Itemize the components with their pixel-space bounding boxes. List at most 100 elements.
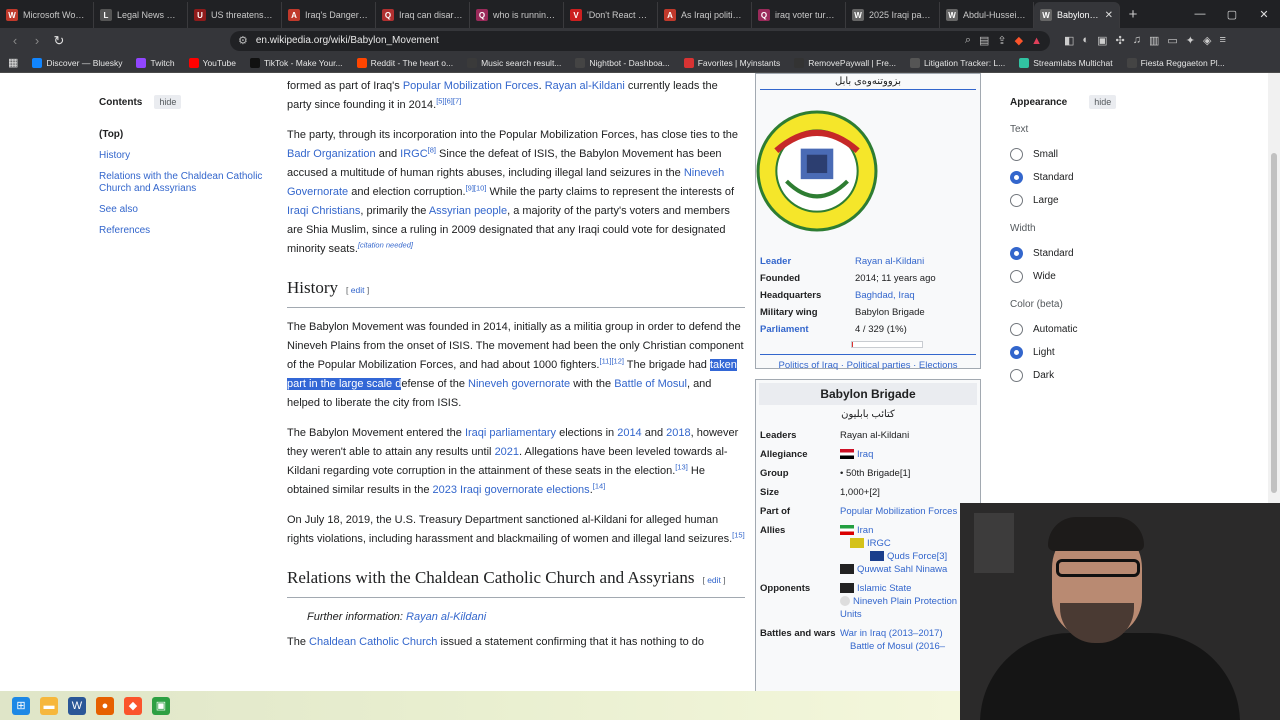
browser-tab[interactable]: W Abdul-Hussein Al-: [940, 2, 1034, 28]
infobox-link[interactable]: Iran: [857, 525, 873, 536]
infobox-link[interactable]: Iraq: [857, 449, 873, 460]
browser-tab[interactable]: V 'Don't React Whe: [564, 2, 658, 28]
toc-item-references[interactable]: References: [99, 225, 269, 237]
bookmark-item[interactable]: Fiesta Reggaeton Pl...: [1126, 57, 1225, 68]
browser-tab[interactable]: Qiraq voter turnou: [752, 2, 846, 28]
omnibox[interactable]: ⚙ en.wikipedia.org/wiki/Babylon_Movement…: [230, 30, 1050, 51]
browser-tab[interactable]: W Babylon Mov ✕: [1034, 2, 1120, 28]
radio-button[interactable]: [1010, 323, 1023, 336]
reference[interactable]: [13]: [675, 462, 688, 471]
radio-option[interactable]: Automatic: [1010, 323, 1230, 336]
link-rayan-al-kildani[interactable]: Rayan al-Kildani: [406, 611, 486, 623]
radio-option[interactable]: Dark: [1010, 369, 1230, 382]
radio-option[interactable]: Standard: [1010, 171, 1230, 184]
bookmark-item[interactable]: Discover — Bluesky: [32, 57, 122, 68]
brave-icon[interactable]: ◆: [124, 696, 142, 715]
word-icon[interactable]: W: [68, 696, 86, 715]
infobox-link[interactable]: Battle of Mosul (2016–: [850, 641, 945, 652]
vpn-icon[interactable]: ◈: [1203, 34, 1211, 47]
scroll-thumb[interactable]: [1271, 153, 1277, 493]
link-battle-of-mosul[interactable]: Battle of Mosul: [614, 378, 687, 390]
maximize-icon[interactable]: ▢: [1216, 0, 1248, 28]
menu-icon[interactable]: ≡: [1219, 34, 1225, 47]
browser-tab[interactable]: U US threatens iraq: [188, 2, 282, 28]
forward-icon[interactable]: ›: [26, 33, 48, 48]
puzzle-icon[interactable]: ✣: [1115, 34, 1124, 47]
share-icon[interactable]: ⇪: [997, 34, 1006, 47]
radio-button[interactable]: [1010, 247, 1023, 260]
radio-button[interactable]: [1010, 171, 1023, 184]
start-icon[interactable]: ⊞: [12, 696, 30, 715]
toc-item-top[interactable]: (Top): [99, 129, 269, 141]
infobox-link[interactable]: War in Iraq (2013–2017): [840, 628, 943, 639]
wallet-icon[interactable]: ▭: [1167, 34, 1177, 47]
bookmark-item[interactable]: Twitch: [136, 57, 175, 68]
bookmark-item[interactable]: Nightbot - Dashboa...: [575, 57, 670, 68]
zoom-icon[interactable]: ⌕: [965, 34, 971, 47]
link-iraqi-christians[interactable]: Iraqi Christians: [287, 205, 360, 217]
link-badr-organization[interactable]: Badr Organization: [287, 148, 376, 160]
bookmark-item[interactable]: Music search result...: [467, 57, 561, 68]
reference[interactable]: [15]: [732, 530, 745, 539]
browser-tab[interactable]: L Legal News & An: [94, 2, 188, 28]
citation-needed[interactable]: [citation needed]: [358, 240, 413, 249]
site-info-icon[interactable]: ⚙: [238, 34, 248, 47]
sidebar-icon[interactable]: ▥: [1149, 34, 1159, 47]
browser-tab[interactable]: A Iraq's Dangerous: [282, 2, 376, 28]
infobox-value[interactable]: Rayan al-Kildani: [855, 255, 976, 268]
toc-item-see-also[interactable]: See also: [99, 204, 269, 216]
link-2021[interactable]: 2021: [495, 446, 519, 458]
url-text[interactable]: en.wikipedia.org/wiki/Babylon_Movement: [256, 35, 957, 46]
extension-icon[interactable]: ▣: [1097, 34, 1107, 47]
leo-icon[interactable]: ✦: [1186, 34, 1195, 47]
link-iraqi-parliamentary[interactable]: Iraqi parliamentary: [465, 427, 556, 439]
link-2014[interactable]: 2014: [617, 427, 641, 439]
apps-grid-icon[interactable]: ▦: [8, 56, 18, 69]
close-window-icon[interactable]: ✕: [1248, 0, 1280, 28]
bookmark-item[interactable]: RemovePaywall | Fre...: [794, 57, 896, 68]
extension-icon[interactable]: ◧: [1064, 34, 1074, 47]
browser-tab[interactable]: W Microsoft Word -: [0, 2, 94, 28]
bookmark-item[interactable]: Litigation Tracker: L...: [909, 57, 1005, 68]
infobox-link[interactable]: IRGC: [867, 538, 891, 549]
link-2023-governorate-elections[interactable]: 2023 Iraqi governorate elections: [433, 484, 590, 496]
radio-button[interactable]: [1010, 194, 1023, 207]
radio-option[interactable]: Light: [1010, 346, 1230, 359]
link-rayan-al-kildani[interactable]: Rayan al-Kildani: [545, 80, 625, 92]
browser-tab[interactable]: Q Iraq can disarm fa: [376, 2, 470, 28]
infobox-footer-links[interactable]: Politics of Iraq · Political parties · E…: [760, 354, 976, 371]
bookmark-item[interactable]: TikTok - Make Your...: [249, 57, 343, 68]
bookmark-item[interactable]: Reddit - The heart o...: [356, 57, 453, 68]
reference[interactable]: [11][12]: [599, 356, 623, 365]
toc-item-relations[interactable]: Relations with the Chaldean Catholic Chu…: [99, 171, 269, 195]
radio-button[interactable]: [1010, 369, 1023, 382]
radio-button[interactable]: [1010, 346, 1023, 359]
radio-option[interactable]: Large: [1010, 194, 1230, 207]
close-tab-icon[interactable]: ✕: [1105, 10, 1113, 21]
brave-shield-icon[interactable]: ◆: [1015, 34, 1023, 47]
link-popular-mobilization-forces[interactable]: Popular Mobilization Forces: [403, 80, 539, 92]
infobox-link[interactable]: Popular Mobilization Forces: [840, 506, 957, 517]
extension-icon[interactable]: ◐: [1082, 34, 1089, 47]
edit-link[interactable]: edit: [707, 575, 721, 585]
reference[interactable]: [8]: [428, 145, 436, 154]
radio-option[interactable]: Wide: [1010, 270, 1230, 283]
firefox-icon[interactable]: ●: [96, 696, 114, 715]
browser-tab[interactable]: W 2025 Iraqi parliam: [846, 2, 940, 28]
reference[interactable]: [5][6][7]: [436, 96, 461, 105]
music-icon[interactable]: ♫: [1133, 34, 1141, 47]
infobox-link[interactable]: Islamic State: [857, 583, 911, 594]
infobox-label[interactable]: Leader: [760, 255, 855, 268]
minimize-icon[interactable]: —: [1184, 0, 1216, 28]
infobox-link[interactable]: Nineveh Plain Protection Units: [840, 596, 957, 620]
infobox-link[interactable]: Quds Force[3]: [887, 551, 947, 562]
reference[interactable]: [14]: [593, 481, 606, 490]
bookmark-item[interactable]: Favorites | Myinstants: [683, 57, 780, 68]
brave-rewards-icon[interactable]: ▲: [1031, 35, 1042, 47]
back-icon[interactable]: ‹: [4, 33, 26, 48]
link-2018[interactable]: 2018: [666, 427, 690, 439]
browser-tab[interactable]: Qwho is running fo: [470, 2, 564, 28]
toc-item-history[interactable]: History: [99, 150, 269, 162]
radio-button[interactable]: [1010, 148, 1023, 161]
reference[interactable]: [9][10]: [466, 183, 487, 192]
